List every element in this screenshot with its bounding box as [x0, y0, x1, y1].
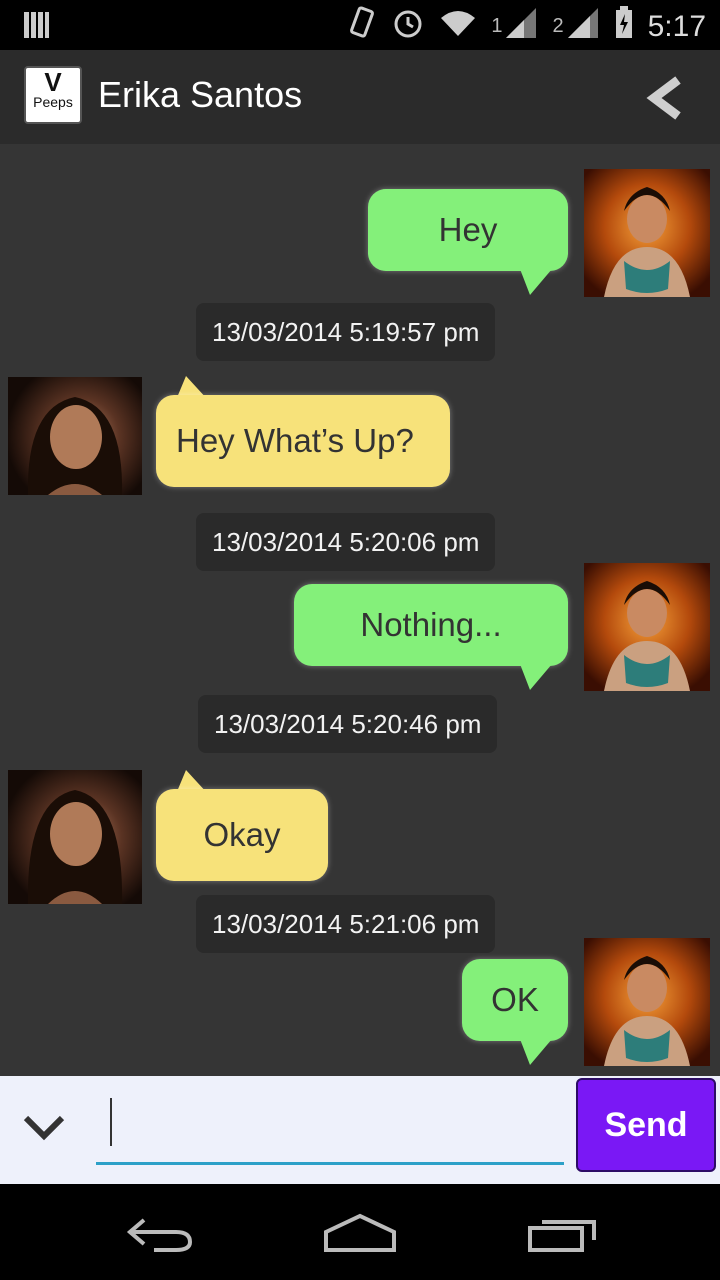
message-text: Hey What’s Up? — [176, 422, 414, 459]
text-cursor — [110, 1098, 112, 1146]
chevron-down-icon — [23, 1115, 65, 1141]
chat-thread[interactable]: Hey 13/03/2014 5:19:57 pm Hey What’s Up?… — [0, 144, 720, 1076]
back-arrow-icon — [126, 1218, 193, 1252]
back-button[interactable] — [644, 76, 684, 120]
vibrate-icon — [347, 6, 377, 47]
logo-letter: V — [44, 67, 62, 97]
signal-icon — [567, 8, 600, 45]
person-photo-icon — [27, 790, 123, 904]
nav-home-button[interactable] — [322, 1212, 398, 1259]
status-bar: 1 2 5:17 — [0, 0, 720, 50]
message-text: Okay — [203, 816, 281, 853]
message-bubble[interactable]: Hey What’s Up? — [156, 395, 450, 487]
logo-text: Peeps — [33, 94, 73, 110]
battery-charging-icon — [614, 6, 634, 47]
message-input[interactable] — [96, 1096, 564, 1165]
message-timestamp: 13/03/2014 5:20:06 pm — [196, 513, 496, 571]
signal-icon — [506, 8, 538, 45]
nav-back-button[interactable] — [124, 1214, 196, 1259]
system-nav-bar — [0, 1184, 720, 1280]
recent-apps-icon — [528, 1220, 596, 1252]
contact-avatar[interactable] — [8, 377, 142, 495]
send-button[interactable]: Send — [576, 1078, 716, 1172]
collapse-button[interactable] — [22, 1110, 66, 1146]
sim2-label: 2 — [552, 15, 564, 37]
person-photo-icon — [604, 187, 690, 297]
contact-name: Erika Santos — [98, 74, 303, 115]
message-bubble[interactable]: Nothing... — [294, 584, 568, 666]
home-icon — [324, 1213, 396, 1252]
nav-recents-button[interactable] — [526, 1214, 600, 1259]
app-logo[interactable]: V Peeps — [24, 66, 82, 124]
sim1-label: 1 — [491, 15, 503, 37]
clock: 5:17 — [647, 9, 706, 43]
bubble-tail — [520, 664, 552, 690]
message-bubble[interactable]: Okay — [156, 789, 328, 881]
message-timestamp: 13/03/2014 5:20:46 pm — [198, 695, 498, 753]
person-photo-icon — [604, 956, 690, 1066]
contact-avatar[interactable] — [8, 770, 142, 904]
message-bubble[interactable]: OK — [462, 959, 568, 1041]
message-text: OK — [491, 981, 539, 1018]
chevron-left-icon — [646, 76, 681, 120]
my-avatar[interactable] — [584, 563, 710, 691]
message-timestamp: 13/03/2014 5:19:57 pm — [196, 303, 496, 361]
my-avatar[interactable] — [584, 169, 710, 297]
person-photo-icon — [27, 397, 123, 495]
notification-icon — [24, 10, 50, 45]
message-text: Hey — [438, 211, 498, 248]
bubble-tail — [520, 1039, 552, 1065]
wifi-icon — [439, 8, 477, 45]
person-photo-icon — [604, 581, 690, 691]
my-avatar[interactable] — [584, 938, 710, 1066]
message-text: Nothing... — [360, 606, 502, 643]
message-timestamp: 13/03/2014 5:21:06 pm — [196, 895, 496, 953]
app-bar: V Peeps Erika Santos — [0, 50, 720, 146]
message-bubble[interactable]: Hey — [368, 189, 568, 271]
bubble-tail — [520, 269, 552, 295]
alarm-icon — [391, 6, 425, 47]
